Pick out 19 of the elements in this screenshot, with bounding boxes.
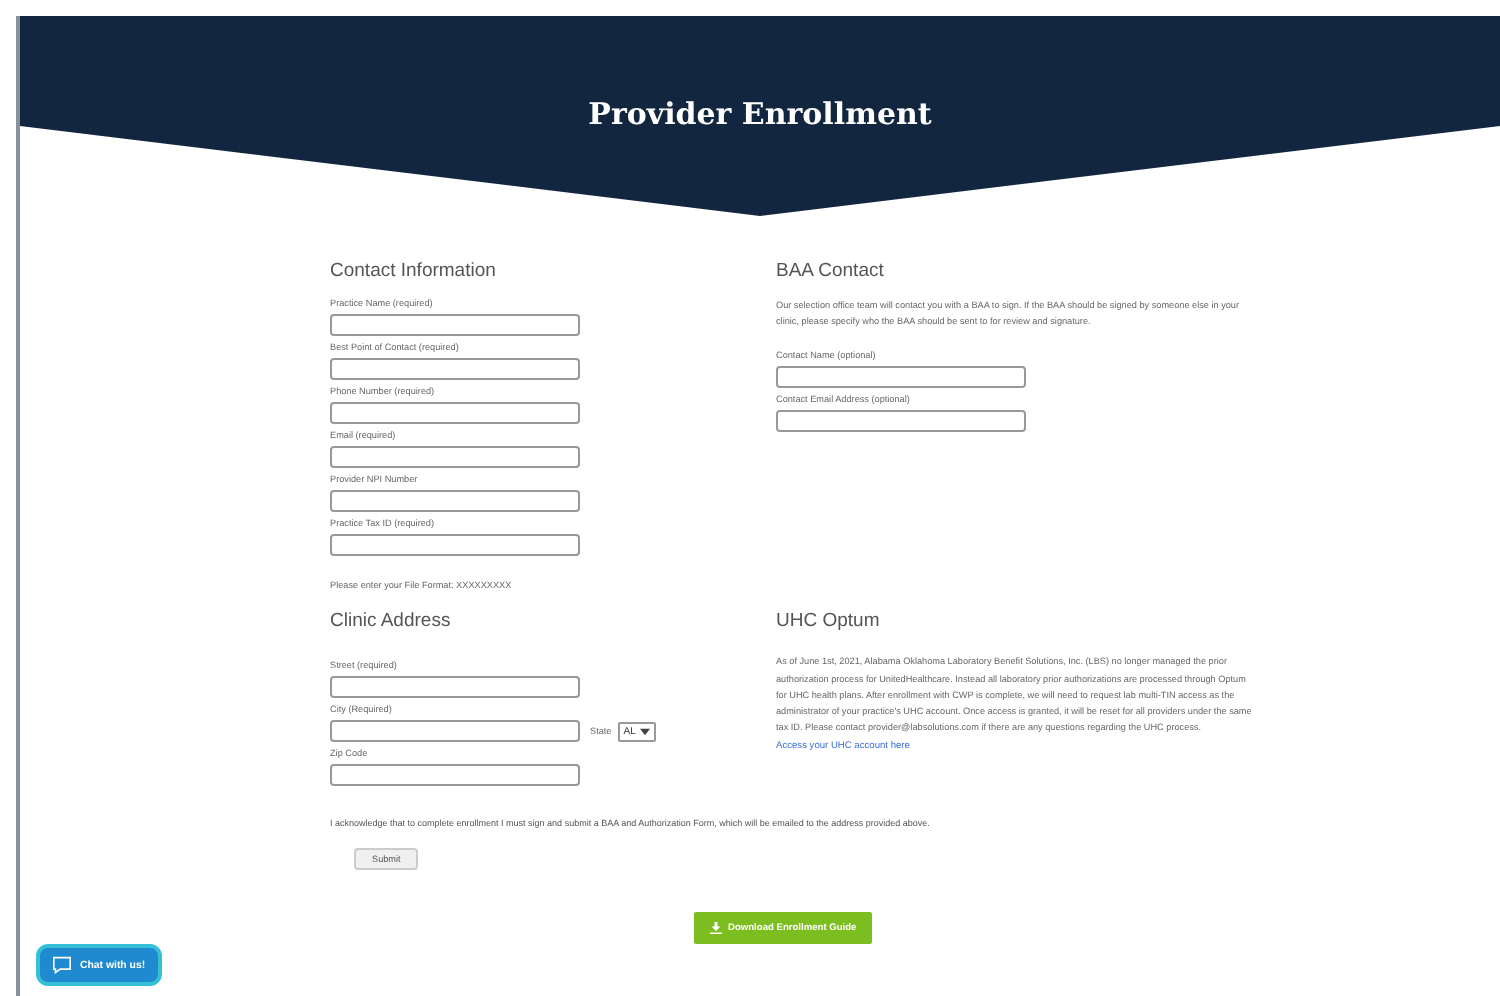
input-field[interactable] bbox=[330, 720, 580, 742]
download-icon bbox=[710, 922, 722, 934]
input-field[interactable] bbox=[776, 366, 1026, 389]
input-field[interactable] bbox=[330, 314, 580, 336]
input-field[interactable] bbox=[330, 402, 580, 424]
input-field[interactable] bbox=[776, 410, 1026, 433]
section-heading: UHC Optum bbox=[776, 610, 882, 633]
input-field[interactable] bbox=[330, 358, 580, 380]
section-heading: Contact Information bbox=[330, 260, 498, 282]
caret-icon bbox=[639, 727, 650, 735]
section-heading: BAA Contact bbox=[776, 260, 886, 282]
input-field[interactable] bbox=[330, 676, 580, 698]
input-field[interactable] bbox=[330, 490, 580, 512]
chat-bubble-icon bbox=[52, 956, 72, 974]
input-field[interactable] bbox=[330, 534, 580, 556]
input-field[interactable] bbox=[330, 764, 580, 786]
input-field[interactable] bbox=[330, 446, 580, 468]
page-title: Provider Enrollment bbox=[588, 96, 932, 132]
section-heading: Clinic Address bbox=[330, 610, 453, 632]
